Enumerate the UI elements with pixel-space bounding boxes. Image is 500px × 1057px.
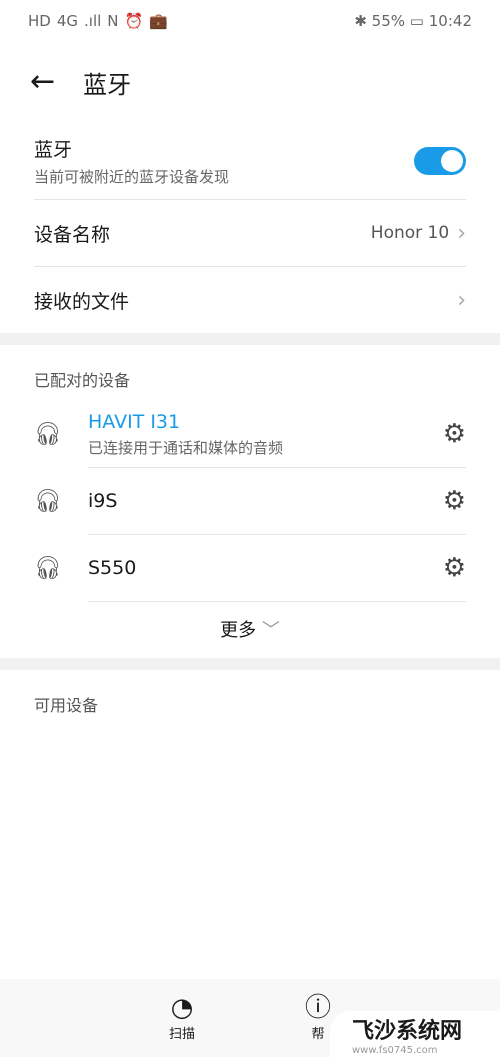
chevron-right-icon: › xyxy=(457,287,466,313)
signal-icon: .ıll xyxy=(84,12,102,30)
network-type-icon: 4G xyxy=(56,12,79,30)
watermark-name: 飞沙系统网 xyxy=(352,1018,463,1044)
divider xyxy=(0,333,500,345)
help-icon: ⓘ xyxy=(305,993,332,1023)
more-button[interactable]: 更多 ﹀ xyxy=(0,602,500,658)
battery-icon: ▭ xyxy=(409,12,424,30)
bluetooth-label: 蓝牙 xyxy=(34,138,73,161)
headphones-icon: 🎧︎ xyxy=(34,489,62,514)
nfc-icon: N xyxy=(107,12,119,30)
status-bar: HD 4G .ıll N ⏰ 💼 ✱ 55% ▭ 10:42 xyxy=(0,0,500,42)
watermark-url: www.fs0745.com xyxy=(352,1044,438,1056)
device-status: 已连接用于通话和媒体的音频 xyxy=(88,438,284,457)
paired-device[interactable]: 🎧︎ S550 ⚙ xyxy=(0,535,500,602)
help-button[interactable]: ⓘ 帮 xyxy=(305,993,331,1057)
back-arrow-icon[interactable]: ← xyxy=(30,67,55,97)
device-name-row[interactable]: 设备名称 Honor 10 › xyxy=(34,200,466,267)
chevron-right-icon: › xyxy=(457,220,466,246)
available-section-title: 可用设备 xyxy=(34,696,99,715)
headphones-icon: 🎧︎ xyxy=(34,422,62,447)
scan-button[interactable]: ◔ 扫描 xyxy=(169,993,195,1057)
page-title: 蓝牙 xyxy=(83,70,132,99)
alarm-icon: ⏰ xyxy=(124,12,144,30)
device-name: HAVIT I31 xyxy=(88,410,181,433)
paired-section-title: 已配对的设备 xyxy=(34,371,131,390)
chevron-down-icon: ﹀ xyxy=(261,620,280,641)
clock: 10:42 xyxy=(428,12,472,30)
bluetooth-sub: 当前可被附近的蓝牙设备发现 xyxy=(34,167,230,186)
hd-icon: HD xyxy=(28,12,51,30)
headphones-icon: 🎧︎ xyxy=(34,556,62,581)
paired-device[interactable]: 🎧︎ HAVIT I31 已连接用于通话和媒体的音频 ⚙ xyxy=(0,401,500,468)
watermark-logo: 飞沙系统网 www.fs0745.com xyxy=(330,1011,500,1057)
scan-label: 扫描 xyxy=(168,1027,195,1042)
received-files-label: 接收的文件 xyxy=(34,290,130,313)
battery-percent: 55% xyxy=(371,12,406,30)
device-name: S550 xyxy=(88,557,137,579)
device-name-value: Honor 10 xyxy=(370,223,450,243)
device-name-label: 设备名称 xyxy=(34,223,111,246)
more-label: 更多 xyxy=(220,620,257,641)
received-files-row[interactable]: 接收的文件 › xyxy=(34,267,466,333)
bluetooth-icon: ✱ xyxy=(354,12,367,30)
bluetooth-toggle-row[interactable]: 蓝牙当前可被附近的蓝牙设备发现 xyxy=(34,122,466,200)
help-label: 帮 xyxy=(311,1027,325,1042)
divider xyxy=(0,658,500,670)
gear-icon[interactable]: ⚙ xyxy=(443,486,466,516)
gear-icon[interactable]: ⚙ xyxy=(443,419,466,449)
briefcase-icon: 💼 xyxy=(149,12,168,30)
paired-device[interactable]: 🎧︎ i9S ⚙ xyxy=(0,468,500,535)
bluetooth-toggle[interactable] xyxy=(414,146,466,175)
device-name: i9S xyxy=(88,490,118,512)
scan-icon: ◔ xyxy=(170,993,194,1023)
gear-icon[interactable]: ⚙ xyxy=(443,553,466,583)
